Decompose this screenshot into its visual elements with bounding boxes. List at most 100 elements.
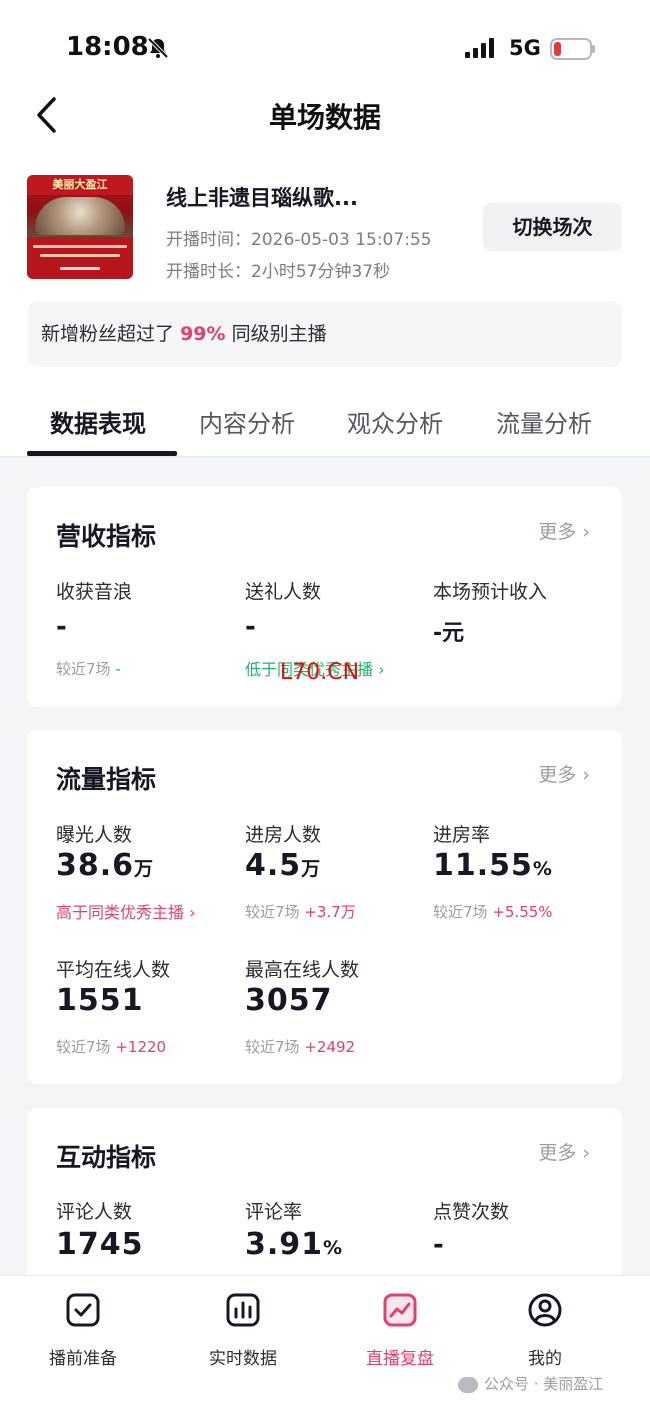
metric-value: 3057 xyxy=(245,983,333,1018)
metric-label: 送礼人数 xyxy=(245,581,322,603)
compare-label: 较近7场 xyxy=(56,660,111,678)
fans-notice-percent: 99% xyxy=(180,323,226,345)
wechat-watermark-text: 公众号 · 美丽盈江 xyxy=(484,1375,604,1393)
duration-value: 2小时57分钟37秒 xyxy=(251,262,391,282)
metric-label: 最高在线人数 xyxy=(245,959,360,981)
page-title: 单场数据 xyxy=(268,101,381,134)
value-number: 4.5 xyxy=(245,848,302,883)
metric-value: 1745 xyxy=(56,1227,144,1262)
tab-audience-analysis[interactable]: 观众分析 xyxy=(347,404,443,439)
value-unit: % xyxy=(532,858,552,880)
trend-chart-icon xyxy=(383,1293,417,1327)
metric-value: - xyxy=(56,612,67,642)
more-link[interactable]: 更多 › xyxy=(538,760,590,787)
wechat-icon xyxy=(458,1376,478,1393)
compare-delta: +3.7万 xyxy=(304,903,356,921)
metric-value: 4.5万 xyxy=(245,848,320,883)
value-number: 11.55 xyxy=(433,848,533,883)
card-title: 互动指标 xyxy=(56,1143,157,1172)
tab-divider xyxy=(0,456,650,458)
metric-value: 1551 xyxy=(56,983,144,1018)
bottom-nav: 播前准备 实时数据 直播复盘 我的 公众号 · 美丽盈江 xyxy=(0,1275,650,1409)
compare-delta: +1220 xyxy=(115,1038,167,1056)
tab-data-performance[interactable]: 数据表现 xyxy=(50,404,146,439)
more-label: 更多 xyxy=(538,1142,577,1164)
compare-label: 较近7场 xyxy=(56,1038,111,1056)
value-unit: 万 xyxy=(134,858,154,880)
chevron-right-icon: › xyxy=(576,764,590,786)
network-type: 5G xyxy=(509,36,541,60)
more-link[interactable]: 更多 › xyxy=(538,517,590,544)
card-title: 流量指标 xyxy=(56,765,157,794)
value-number: 38.6 xyxy=(56,848,135,883)
metric-compare: 较近7场 +2492 xyxy=(245,1036,355,1057)
nav-label: 播前准备 xyxy=(49,1349,117,1369)
metric-label: 评论率 xyxy=(245,1201,303,1223)
fans-notice-prefix: 新增粉丝超过了 xyxy=(41,323,175,345)
metric-compare: 较近7场 +5.55% xyxy=(433,901,553,922)
compare-label: 较近7场 xyxy=(433,903,488,921)
nav-label: 我的 xyxy=(528,1349,562,1369)
compare-label: 较近7场 xyxy=(245,1038,300,1056)
metric-compare: 较近7场 +1220 xyxy=(56,1036,166,1057)
benchmark-link[interactable]: 高于同类优秀主播 › xyxy=(56,899,196,923)
value-number: 3.91 xyxy=(245,1227,324,1262)
chevron-right-icon: › xyxy=(373,660,385,679)
status-time: 18:08 xyxy=(66,32,149,62)
compare-label: 较近7场 xyxy=(245,903,300,921)
profile-icon xyxy=(528,1293,562,1327)
chevron-right-icon: › xyxy=(184,903,196,922)
card-title: 营收指标 xyxy=(56,522,157,551)
more-label: 更多 xyxy=(538,764,577,786)
battery-icon xyxy=(550,38,595,60)
duration-row: 开播时长：2小时57分钟37秒 xyxy=(166,257,390,282)
start-time-value: 2026-05-03 15:07:55 xyxy=(251,230,432,250)
metric-label: 平均在线人数 xyxy=(56,959,171,981)
tab-traffic-analysis[interactable]: 流量分析 xyxy=(496,404,592,439)
chevron-right-icon: › xyxy=(576,521,590,543)
compare-delta: - xyxy=(115,660,121,678)
thumbnail-crowd-image xyxy=(35,197,125,235)
start-time-row: 开播时间：2026-05-03 15:07:55 xyxy=(166,225,432,250)
metric-label: 进房人数 xyxy=(245,824,322,846)
start-time-label: 开播时间： xyxy=(166,230,251,250)
metric-label: 收获音浪 xyxy=(56,581,133,603)
metric-value: - xyxy=(245,612,256,642)
more-label: 更多 xyxy=(538,521,577,543)
watermark: L70.CN xyxy=(280,660,360,685)
metric-value: -元 xyxy=(433,621,465,646)
thumbnail-banner: 美丽大盈江 xyxy=(27,175,133,195)
benchmark-text: 高于同类优秀主播 xyxy=(56,903,185,922)
value-unit: 万 xyxy=(301,858,321,880)
switch-session-button[interactable]: 切换场次 xyxy=(483,203,622,251)
metric-value: 38.6万 xyxy=(56,848,153,883)
metric-value: 11.55% xyxy=(433,848,552,883)
metric-label: 评论人数 xyxy=(56,1201,133,1223)
metric-compare: 较近7场 - xyxy=(56,658,121,679)
fans-notice: 新增粉丝超过了 99% 同级别主播 xyxy=(28,301,622,367)
nav-label: 实时数据 xyxy=(209,1349,277,1369)
traffic-card: 流量指标 更多 › 曝光人数 38.6万 高于同类优秀主播 › 进房人数 4.5… xyxy=(27,730,622,1084)
metric-compare: 较近7场 +3.7万 xyxy=(245,901,356,922)
mute-bell-icon xyxy=(147,37,169,59)
more-link[interactable]: 更多 › xyxy=(538,1138,590,1165)
metric-value: 3.91% xyxy=(245,1227,342,1262)
metric-label: 本场预计收入 xyxy=(433,581,548,603)
tab-content-analysis[interactable]: 内容分析 xyxy=(199,404,295,439)
metric-label: 进房率 xyxy=(433,824,491,846)
compare-delta: +5.55% xyxy=(492,903,553,921)
live-title: 线上非遗目瑙纵歌... xyxy=(166,186,358,210)
thumbnail-caption xyxy=(27,237,133,279)
value-unit: % xyxy=(323,1237,343,1259)
live-thumbnail[interactable]: 美丽大盈江 xyxy=(27,175,133,279)
metric-value: - xyxy=(433,1230,444,1260)
metric-label: 点赞次数 xyxy=(433,1201,510,1223)
chevron-right-icon: › xyxy=(576,1142,590,1164)
bar-chart-icon xyxy=(226,1293,260,1327)
wechat-watermark: 公众号 · 美丽盈江 xyxy=(458,1373,603,1394)
fans-notice-suffix: 同级别主播 xyxy=(231,323,327,345)
metric-label: 曝光人数 xyxy=(56,824,133,846)
compare-delta: +2492 xyxy=(304,1038,356,1056)
header-area: 18:08 5G 单场数据 美丽大盈江 线上非遗目瑙纵歌... 开播时间：202… xyxy=(0,0,650,458)
duration-label: 开播时长： xyxy=(166,262,251,282)
